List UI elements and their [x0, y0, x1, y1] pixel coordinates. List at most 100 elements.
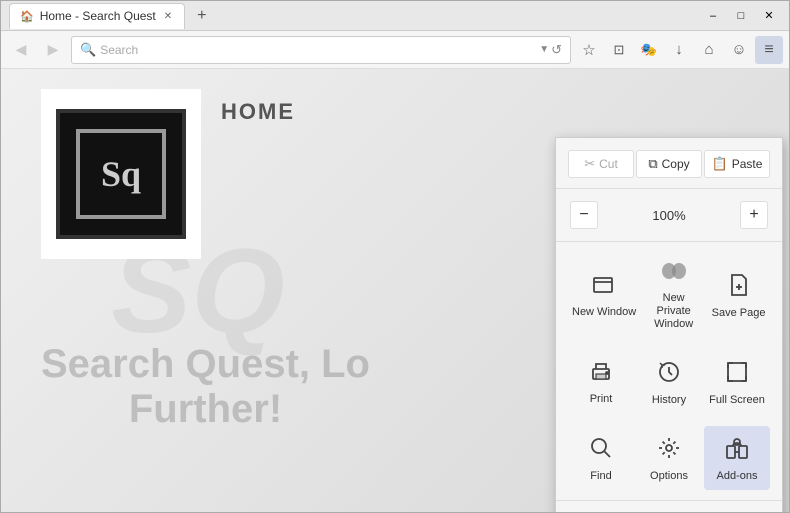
title-bar: 🏠 Home - Search Quest ✕ + – □ ✕	[1, 1, 789, 31]
active-tab[interactable]: 🏠 Home - Search Quest ✕	[9, 3, 185, 29]
pocket-button[interactable]: ⊡	[605, 36, 633, 64]
add-ons-label: Add-ons	[717, 470, 758, 482]
home-icon: ⌂	[704, 41, 713, 58]
hamburger-icon: ≡	[764, 41, 773, 59]
history-label: History	[652, 394, 686, 406]
find-icon	[589, 436, 613, 466]
cut-button[interactable]: ✂ Cut	[568, 150, 634, 178]
developer-icon	[564, 510, 582, 512]
options-label: Options	[650, 470, 688, 482]
options-icon	[657, 436, 681, 466]
close-button[interactable]: ✕	[757, 6, 781, 26]
icons-row-1: New Window New PrivateWindow	[556, 246, 782, 344]
new-window-icon	[592, 274, 616, 302]
history-icon	[657, 360, 681, 390]
sync-button[interactable]: ☺	[725, 36, 753, 64]
address-bar-icons: ▼ ↺	[539, 42, 562, 58]
new-private-window-icon	[660, 260, 688, 288]
browser-window: 🏠 Home - Search Quest ✕ + – □ ✕ ◀ ▶ 🔍 Se…	[0, 0, 790, 513]
save-page-button[interactable]: Save Page	[707, 252, 770, 338]
new-private-window-label: New PrivateWindow	[646, 292, 701, 332]
divider-3	[556, 500, 782, 501]
developer-button[interactable]: Developer	[556, 505, 782, 512]
zoom-in-button[interactable]: +	[740, 201, 768, 229]
tab-label: Home - Search Quest	[40, 9, 156, 23]
search-text: Search	[100, 43, 138, 57]
menu-button[interactable]: ≡	[755, 36, 783, 64]
forward-button[interactable]: ▶	[39, 36, 67, 64]
tagline-line1: Search Quest, Lo	[41, 342, 370, 387]
divider-2	[556, 241, 782, 242]
edit-row: ✂ Cut ⧉ Copy 📋 Paste	[564, 148, 774, 180]
pocket-icon: ⊡	[614, 42, 625, 58]
save-page-icon	[728, 273, 750, 303]
new-private-window-button[interactable]: New PrivateWindow	[642, 252, 705, 338]
downloads-icon: ↓	[675, 41, 683, 58]
paste-label: Paste	[732, 157, 763, 171]
tab-favicon: 🏠	[20, 10, 34, 23]
new-window-label: New Window	[572, 306, 636, 318]
page-content-area: SQ Sq HOME Search Quest, Lo Further!	[1, 69, 789, 512]
new-window-button[interactable]: New Window	[568, 252, 640, 338]
copy-button[interactable]: ⧉ Copy	[636, 150, 702, 178]
back-button[interactable]: ◀	[7, 36, 35, 64]
cut-icon: ✂	[584, 156, 595, 172]
print-button[interactable]: Print	[568, 350, 634, 414]
zoom-section: − 100% +	[556, 193, 782, 237]
icons-row-2: Print History	[556, 344, 782, 420]
find-label: Find	[590, 470, 611, 482]
address-bar[interactable]: 🔍 Search ▼ ↺	[71, 36, 571, 64]
print-label: Print	[590, 393, 613, 405]
mask-icon: 🎭	[641, 42, 657, 58]
browser-menu-dropdown: ✂ Cut ⧉ Copy 📋 Paste −	[555, 137, 783, 512]
tab-strip: 🏠 Home - Search Quest ✕ +	[9, 3, 701, 29]
minimize-button[interactable]: –	[701, 6, 725, 26]
tab-close-button[interactable]: ✕	[162, 11, 174, 22]
copy-label: Copy	[662, 157, 690, 171]
paste-button[interactable]: 📋 Paste	[704, 150, 770, 178]
search-icon: 🔍	[80, 42, 96, 58]
find-button[interactable]: Find	[568, 426, 634, 490]
logo-area: Sq	[41, 89, 201, 259]
maximize-button[interactable]: □	[729, 6, 753, 26]
bookmark-icon: ☆	[582, 41, 595, 59]
window-controls: – □ ✕	[701, 6, 781, 26]
dropdown-arrow-icon: ▼	[539, 44, 549, 55]
zoom-level: 100%	[602, 208, 736, 223]
page-title: HOME	[221, 99, 295, 125]
sq-logo: Sq	[56, 109, 186, 239]
page-tagline: Search Quest, Lo Further!	[41, 342, 370, 432]
add-ons-button[interactable]: Add-ons	[704, 426, 770, 490]
tagline-line2: Further!	[41, 387, 370, 432]
full-screen-button[interactable]: Full Screen	[704, 350, 770, 414]
bookmark-button[interactable]: ☆	[575, 36, 603, 64]
icon-row-3: Find Options	[564, 424, 774, 492]
cut-label: Cut	[599, 157, 618, 171]
zoom-row: − 100% +	[564, 197, 774, 233]
icons-row-3: Find Options	[556, 420, 782, 496]
sq-logo-inner: Sq	[76, 129, 166, 219]
pocket-mask-button[interactable]: 🎭	[635, 36, 663, 64]
add-ons-icon	[724, 436, 750, 466]
toolbar-right-buttons: ☆ ⊡ 🎭 ↓ ⌂ ☺ ≡	[575, 36, 783, 64]
divider-1	[556, 188, 782, 189]
copy-icon: ⧉	[648, 156, 657, 172]
zoom-out-button[interactable]: −	[570, 201, 598, 229]
home-button[interactable]: ⌂	[695, 36, 723, 64]
back-icon: ◀	[16, 41, 27, 58]
history-button[interactable]: History	[636, 350, 702, 414]
full-screen-label: Full Screen	[709, 394, 765, 406]
options-button[interactable]: Options	[636, 426, 702, 490]
forward-icon: ▶	[48, 41, 59, 58]
sync-icon: ☺	[731, 41, 746, 58]
full-screen-icon	[725, 360, 749, 390]
reload-icon[interactable]: ↺	[551, 42, 562, 58]
edit-section: ✂ Cut ⧉ Copy 📋 Paste	[556, 144, 782, 184]
save-page-label: Save Page	[712, 307, 766, 319]
downloads-button[interactable]: ↓	[665, 36, 693, 64]
new-tab-button[interactable]: +	[191, 7, 212, 25]
icon-row-2: Print History	[564, 348, 774, 416]
print-icon	[589, 361, 613, 389]
icon-row-1: New Window New PrivateWindow	[564, 250, 774, 340]
browser-toolbar: ◀ ▶ 🔍 Search ▼ ↺ ☆ ⊡ 🎭 ↓	[1, 31, 789, 69]
